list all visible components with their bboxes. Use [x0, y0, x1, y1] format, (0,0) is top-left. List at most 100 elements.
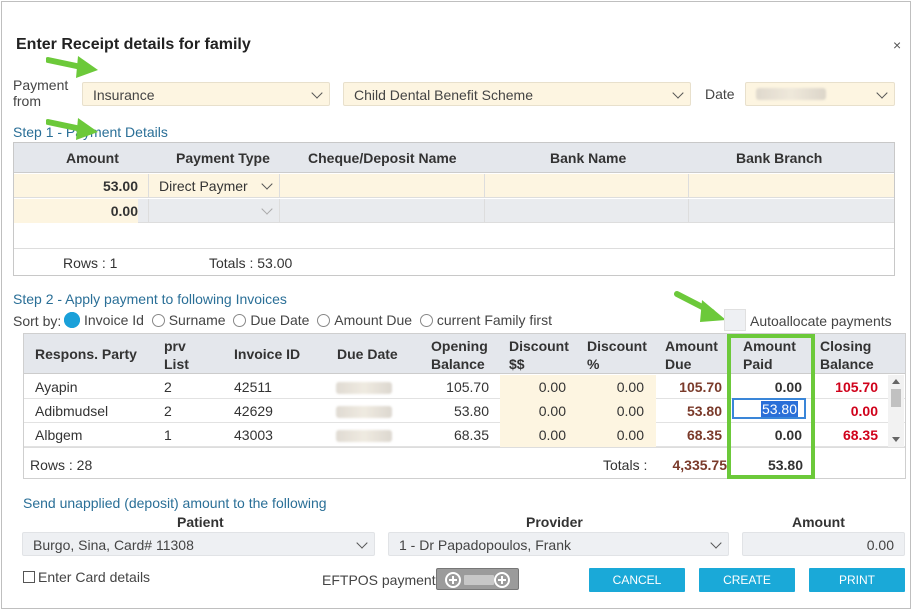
- payment-from-label: Payment from: [13, 77, 69, 109]
- invoice-cell: 42629: [234, 403, 273, 419]
- scroll-thumb[interactable]: [891, 389, 901, 407]
- discount-cell[interactable]: 0.00: [500, 375, 578, 399]
- blurred-date: [336, 406, 392, 418]
- create-button[interactable]: CREATE: [699, 568, 795, 592]
- insurance-scheme-select[interactable]: Child Dental Benefit Scheme: [343, 82, 691, 106]
- deposit-amount-input[interactable]: 0.00: [742, 532, 905, 556]
- discount-percent-cell[interactable]: 0.00: [578, 375, 656, 399]
- radio-icon: [151, 314, 165, 327]
- cancel-button[interactable]: CANCEL: [589, 568, 685, 592]
- table-row[interactable]: Albgem 1 43003 68.35 0.00 0.00 68.35 0.00 68.35: [24, 423, 905, 447]
- opening-balance-cell: 68.35: [453, 427, 489, 443]
- autoallocate-checkbox[interactable]: [724, 309, 746, 331]
- amount-paid-cell[interactable]: 0.00: [732, 379, 802, 395]
- step1-totals: Totals : 53.00: [209, 255, 293, 271]
- invoice-cell: 43003: [234, 427, 273, 443]
- discount-cell[interactable]: 0.00: [500, 399, 578, 423]
- patient-label: Patient: [177, 514, 224, 530]
- scroll-up-icon[interactable]: [892, 379, 900, 384]
- annotation-arrow-icon: [674, 291, 726, 322]
- chevron-down-icon: [710, 537, 722, 549]
- radio-icon: [419, 314, 433, 327]
- step2-totals-label: Totals :: [603, 457, 648, 473]
- party-cell: Ayapin: [35, 379, 78, 395]
- sort-invoice-id-radio[interactable]: Invoice Id: [64, 312, 144, 328]
- total-amount-paid: 53.80: [767, 457, 803, 473]
- blurred-date: [336, 430, 392, 442]
- party-cell: Adibmudsel: [35, 403, 109, 419]
- total-amount-due: 4,335.75: [672, 457, 728, 473]
- closing-balance-cell: 0.00: [850, 403, 878, 419]
- receipt-dialog: Enter Receipt details for family × Payme…: [1, 1, 911, 609]
- grid-header: Amount Payment Type Cheque/Deposit Name …: [14, 143, 894, 173]
- eftpos-label: EFTPOS payment: [322, 572, 436, 588]
- annotation-arrow-icon: [46, 118, 98, 140]
- prv-cell: 2: [164, 403, 172, 419]
- eftpos-logo-icon[interactable]: [436, 568, 519, 590]
- due-date-cell: [336, 429, 392, 445]
- grid-header: Respons. Party prv List Invoice ID Due Da…: [24, 334, 905, 374]
- patient-select[interactable]: Burgo, Sina, Card# 11308: [22, 532, 375, 556]
- party-cell: Albgem: [35, 427, 83, 443]
- sort-amount-due-radio[interactable]: Amount Due: [317, 312, 412, 328]
- payment-source-select[interactable]: Insurance: [82, 82, 330, 106]
- invoices-grid: Respons. Party prv List Invoice ID Due Da…: [23, 333, 906, 479]
- enter-card-details[interactable]: Enter Card details: [23, 569, 150, 585]
- amount-due-cell: 105.70: [679, 379, 722, 395]
- chevron-down-icon: [672, 87, 684, 99]
- annotation-arrow-icon: [46, 56, 98, 78]
- chevron-down-icon: [356, 537, 368, 549]
- vertical-scrollbar[interactable]: [888, 375, 904, 447]
- sort-due-date-radio[interactable]: Due Date: [233, 312, 309, 328]
- amount-paid-editor[interactable]: 53.80: [732, 398, 806, 419]
- closing-balance-cell: 68.35: [842, 427, 878, 443]
- amount-due-cell: 68.35: [686, 427, 722, 443]
- due-date-cell: [336, 405, 392, 421]
- opening-balance-cell: 105.70: [446, 379, 489, 395]
- due-date-cell: [336, 381, 392, 397]
- amount-label: Amount: [792, 514, 845, 530]
- chevron-down-icon: [261, 203, 273, 215]
- sort-options: Invoice Id Surname Due Date Amount Due c…: [64, 312, 552, 328]
- step2-rows-count: Rows : 28: [30, 457, 93, 473]
- discount-percent-cell[interactable]: 0.00: [578, 423, 656, 447]
- close-icon[interactable]: ×: [893, 37, 901, 53]
- chevron-down-icon: [261, 178, 273, 190]
- date-label: Date: [705, 86, 735, 102]
- date-select[interactable]: [745, 82, 895, 106]
- discount-cell[interactable]: 0.00: [500, 423, 578, 447]
- sort-surname-radio[interactable]: Surname: [151, 312, 226, 328]
- checkbox-icon[interactable]: [23, 571, 35, 583]
- payment-type-select[interactable]: Direct Paymer: [148, 174, 280, 198]
- sort-by-label: Sort by:: [13, 313, 62, 329]
- opening-balance-cell: 53.80: [453, 403, 489, 419]
- step2-title: Step 2 - Apply payment to following Invo…: [13, 291, 287, 307]
- sort-family-first-radio[interactable]: current Family first: [419, 312, 552, 328]
- invoice-cell: 42511: [234, 379, 272, 395]
- chevron-down-icon: [876, 87, 888, 99]
- payment-details-grid: Amount Payment Type Cheque/Deposit Name …: [13, 142, 895, 276]
- closing-balance-cell: 105.70: [835, 379, 878, 395]
- autoallocate-label: Autoallocate payments: [750, 313, 892, 329]
- amount-due-cell: 53.80: [686, 403, 722, 419]
- blurred-date: [336, 382, 392, 394]
- prv-cell: 2: [164, 379, 172, 395]
- table-row: 53.00 Direct Paymer: [14, 174, 894, 198]
- provider-label: Provider: [526, 514, 583, 530]
- unapplied-title: Send unapplied (deposit) amount to the f…: [23, 495, 327, 511]
- table-row: 0.00: [14, 199, 894, 223]
- payment-type-select[interactable]: [148, 199, 280, 223]
- provider-select[interactable]: 1 - Dr Papadopoulos, Frank: [388, 532, 729, 556]
- radio-selected-icon: [64, 312, 80, 328]
- step1-rows-count: Rows : 1: [63, 255, 118, 271]
- amount-paid-cell[interactable]: 0.00: [732, 427, 802, 443]
- radio-icon: [317, 314, 331, 327]
- table-row[interactable]: Ayapin 2 42511 105.70 0.00 0.00 105.70 0.00 105.…: [24, 375, 905, 399]
- chevron-down-icon: [311, 87, 323, 99]
- discount-percent-cell[interactable]: 0.00: [578, 399, 656, 423]
- scroll-down-icon[interactable]: [892, 437, 900, 442]
- radio-icon: [233, 314, 247, 327]
- prv-cell: 1: [164, 427, 172, 443]
- blurred-date: [756, 88, 826, 100]
- print-button[interactable]: PRINT: [809, 568, 905, 592]
